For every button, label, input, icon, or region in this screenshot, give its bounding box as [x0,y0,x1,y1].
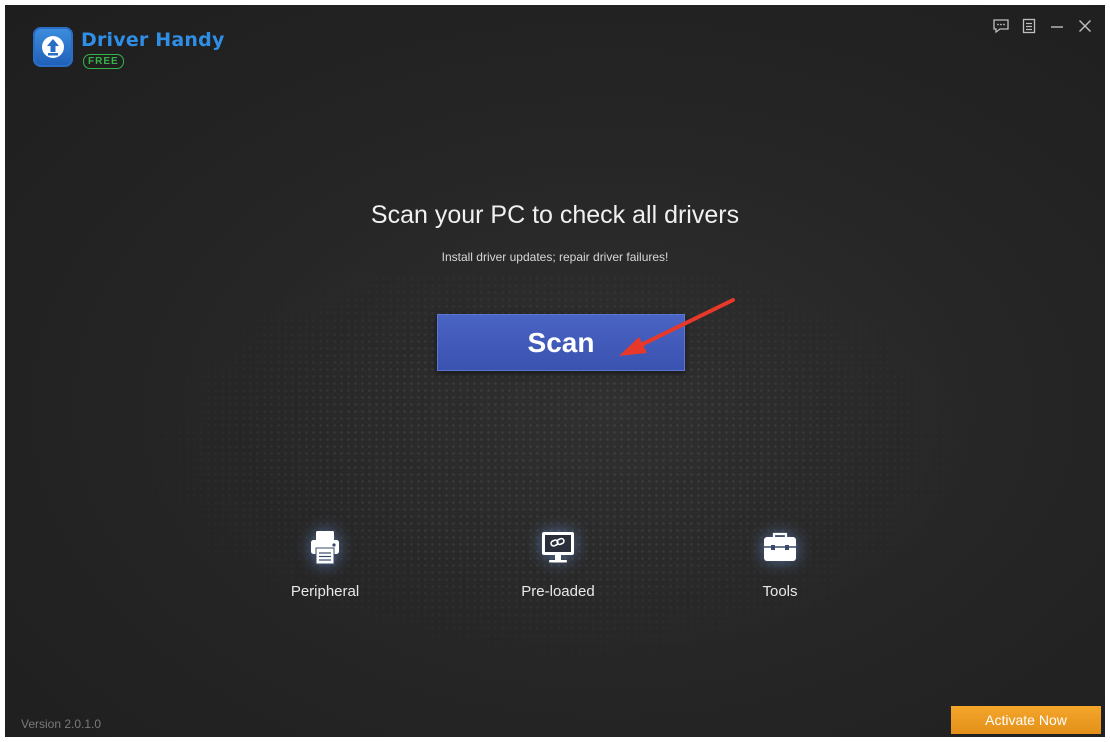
window-controls [987,15,1099,37]
minimize-icon[interactable] [1043,15,1071,37]
activate-now-button[interactable]: Activate Now [951,706,1101,734]
feature-tools[interactable]: Tools [710,527,850,600]
free-badge: FREE [83,54,124,69]
scan-subline: Install driver updates; repair driver fa… [441,250,669,264]
annotation-arrow-icon [619,298,735,356]
app-logo-icon [33,27,73,67]
feature-label: Pre-loaded [521,583,595,600]
app-logo: Driver Handy FREE [33,27,225,69]
app-window: Driver Handy FREE Scan your PC to check … [5,5,1105,737]
monitor-link-icon [538,527,578,567]
menu-icon[interactable] [1015,15,1043,37]
scan-headline: Scan your PC to check all drivers [370,201,740,229]
feature-label: Peripheral [290,583,360,600]
app-name: Driver Handy [81,29,225,51]
close-icon[interactable] [1071,15,1099,37]
feedback-icon[interactable] [987,15,1015,37]
feature-pre-loaded[interactable]: Pre-loaded [488,527,628,600]
printer-icon [305,527,345,567]
version-label: Version 2.0.1.0 [21,717,102,731]
feature-peripheral[interactable]: Peripheral [255,527,395,600]
toolbox-icon [760,527,800,567]
feature-label: Tools [762,583,798,600]
